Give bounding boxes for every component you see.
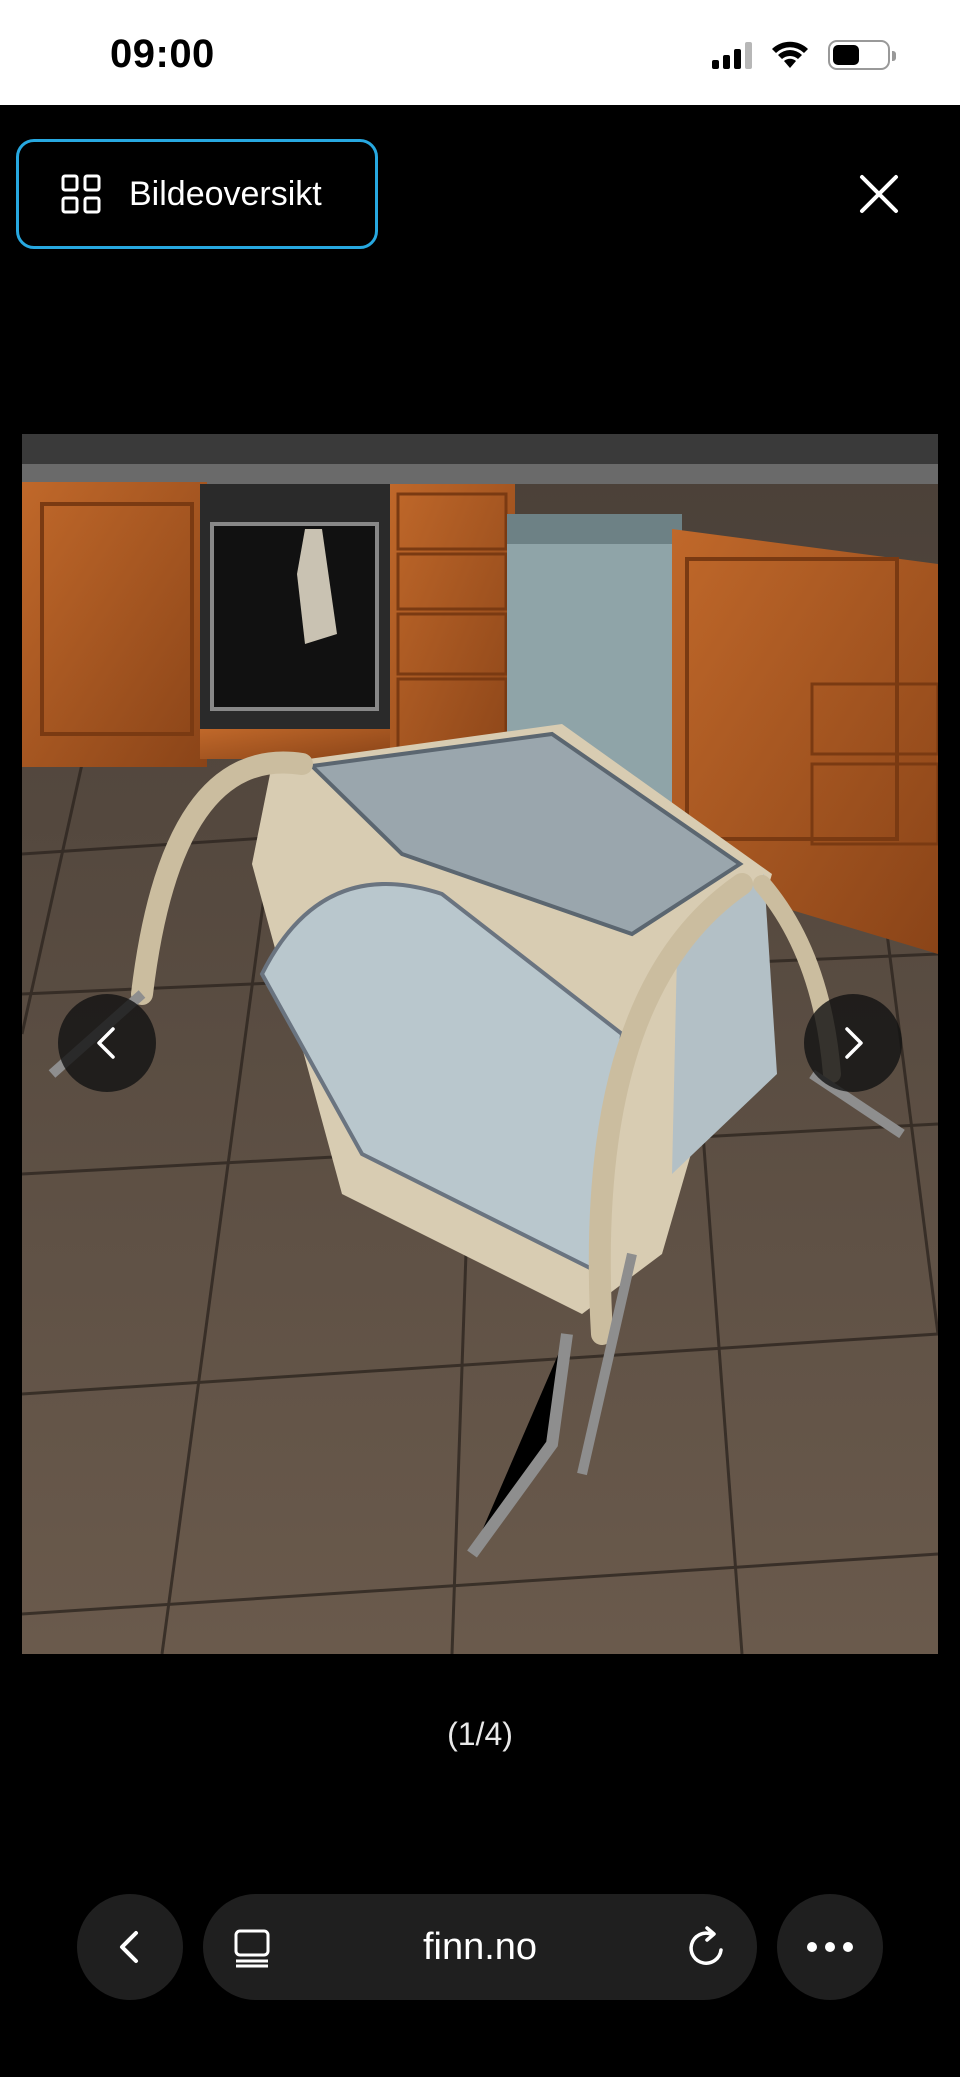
chevron-left-icon — [97, 1027, 115, 1059]
chevron-right-icon — [845, 1027, 863, 1059]
more-icon — [807, 1942, 853, 1952]
image-counter: (1/4) — [447, 1716, 513, 1752]
reload-icon[interactable] — [687, 1926, 727, 1968]
wifi-icon — [772, 41, 808, 68]
url-text: finn.no — [422, 1926, 538, 1968]
status-icons — [712, 38, 896, 72]
listing-photo-image — [22, 434, 938, 1654]
close-icon — [860, 175, 898, 213]
address-bar[interactable]: finn.no — [203, 1894, 757, 2000]
next-image-button[interactable] — [804, 994, 902, 1092]
browser-more-button[interactable] — [777, 1894, 883, 2000]
signal-icon — [712, 41, 752, 69]
status-time: 09:00 — [110, 32, 215, 76]
battery-icon — [828, 40, 896, 70]
browser-back-button[interactable] — [77, 1894, 183, 2000]
image-overview-button[interactable]: Bildeoversikt — [16, 139, 378, 249]
status-bar: 09:00 — [0, 0, 960, 105]
chevron-left-icon — [120, 1931, 138, 1963]
previous-image-button[interactable] — [58, 994, 156, 1092]
close-button[interactable] — [850, 165, 908, 223]
image-overview-label: Bildeoversikt — [129, 174, 322, 213]
grid-icon — [61, 174, 101, 214]
listing-photo — [22, 434, 938, 1654]
